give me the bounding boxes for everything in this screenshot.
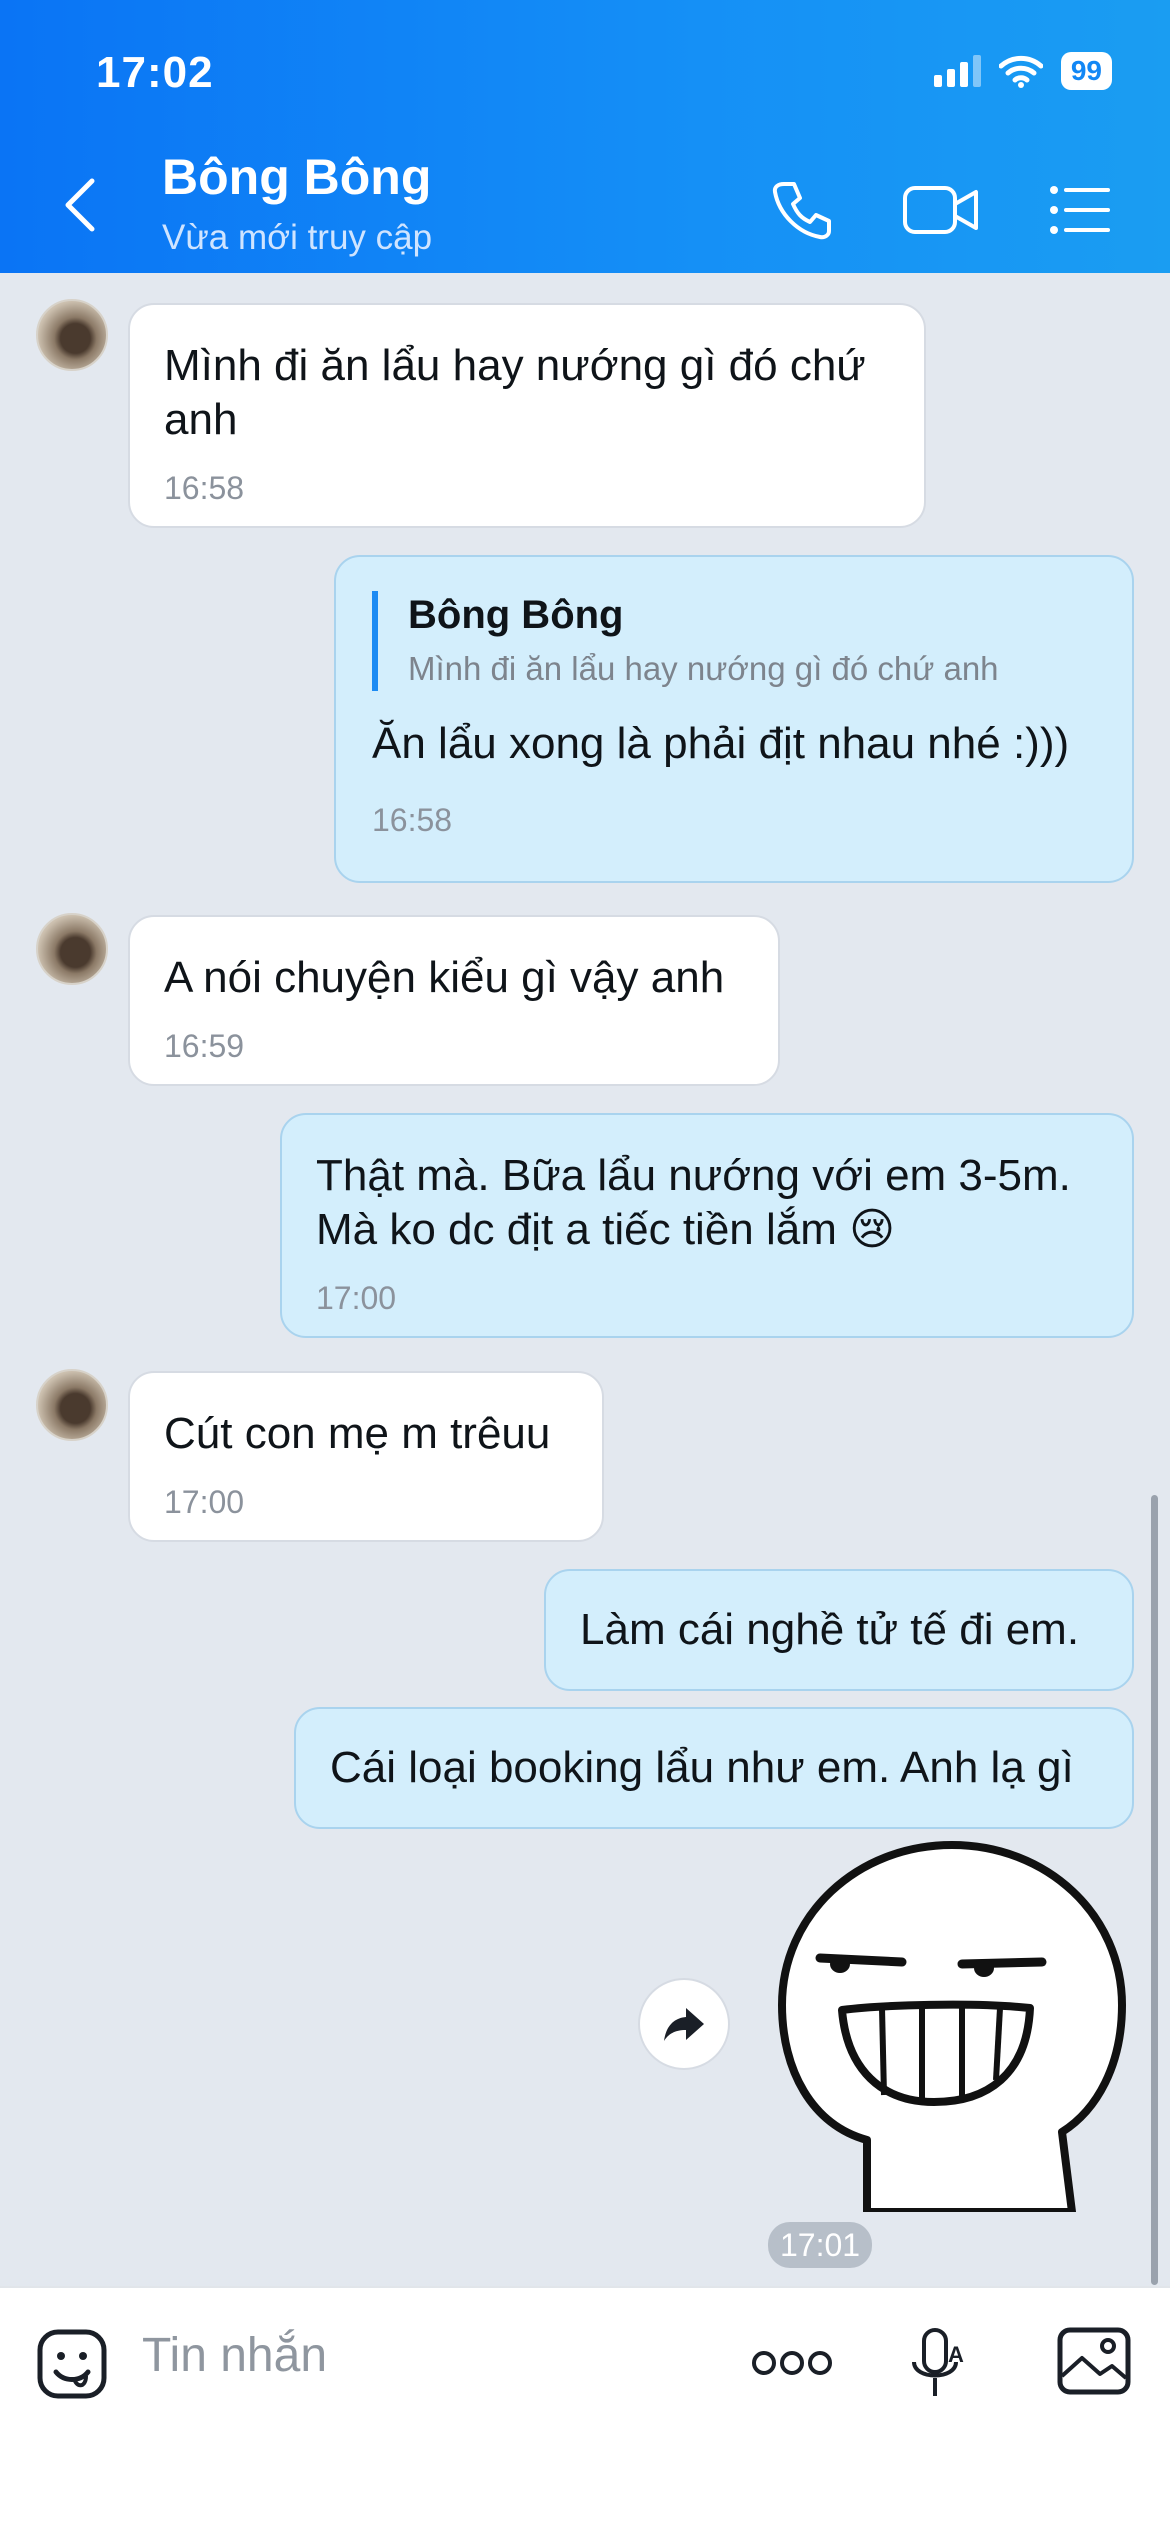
message-text: Cái loại booking lẩu như em. Anh lạ gì [330, 1743, 1074, 1792]
quoted-text: Mình đi ăn lẩu hay nướng gì đó chứ anh [408, 650, 999, 687]
message-time: 17:00 [316, 1280, 397, 1316]
signal-icon [933, 55, 981, 87]
message-text: Thật mà. Bữa lẩu nướng với em 3-5m. Mà k… [316, 1151, 1071, 1254]
message-bubble[interactable]: Làm cái nghề tử tế đi em. [544, 1569, 1134, 1691]
status-icons: 99 [933, 52, 1112, 90]
menu-list-icon[interactable] [1048, 178, 1112, 242]
avatar[interactable] [36, 1369, 108, 1441]
image-icon[interactable] [1056, 2326, 1132, 2396]
message-bubble[interactable]: Bông Bông Mình đi ăn lẩu hay nướng gì đó… [334, 555, 1134, 883]
battery-indicator: 99 [1060, 52, 1112, 90]
share-icon [664, 2008, 704, 2041]
back-icon[interactable] [60, 175, 100, 235]
voice-icon[interactable]: A [906, 2326, 970, 2402]
wifi-icon [998, 55, 1043, 88]
sticker-time: 17:01 [768, 2222, 873, 2268]
grinning-face-sticker[interactable] [772, 1840, 1132, 2212]
message-bubble[interactable]: Cái loại booking lẩu như em. Anh lạ gì [294, 1707, 1134, 1829]
avatar[interactable] [36, 299, 108, 371]
contact-name[interactable]: Bông Bông [162, 148, 431, 206]
message-time: 17:00 [164, 1484, 245, 1520]
message-text: Mình đi ăn lẩu hay nướng gì đó chứ anh [164, 341, 866, 444]
message-input[interactable]: Tin nhắn [142, 2328, 327, 2383]
message-text: Cút con mẹ m trêuu [164, 1409, 551, 1458]
message-bubble[interactable]: Cút con mẹ m trêuu 17:00 [128, 1371, 604, 1542]
phone-icon[interactable] [770, 178, 834, 242]
message-bubble[interactable]: Thật mà. Bữa lẩu nướng với em 3-5m. Mà k… [280, 1113, 1134, 1338]
scrollbar[interactable] [1151, 1495, 1158, 2285]
message-time: 16:59 [164, 1028, 245, 1064]
message-text: A nói chuyện kiểu gì vậy anh [164, 953, 725, 1002]
avatar[interactable] [36, 913, 108, 985]
svg-text:A: A [948, 2342, 964, 2367]
more-icon[interactable] [752, 2348, 832, 2378]
message-time: 16:58 [164, 470, 245, 506]
status-time: 17:02 [96, 48, 214, 97]
message-time: 16:58 [372, 802, 453, 838]
chat-header: 17:02 99 Bông Bông Vừa mới truy cập [0, 0, 1170, 273]
message-input-bar: Tin nhắn A [0, 2286, 1170, 2532]
message-bubble[interactable]: A nói chuyện kiểu gì vậy anh 16:59 [128, 915, 780, 1086]
message-bubble[interactable]: Mình đi ăn lẩu hay nướng gì đó chứ anh 1… [128, 303, 926, 528]
message-text: Ăn lẩu xong là phải địt nhau nhé :))) [372, 719, 1070, 768]
message-text: Làm cái nghề tử tế đi em. [580, 1605, 1080, 1654]
video-call-icon[interactable] [902, 178, 980, 242]
share-button[interactable] [638, 1978, 730, 2070]
quoted-sender: Bông Bông [408, 593, 624, 637]
quoted-message[interactable]: Bông Bông Mình đi ăn lẩu hay nướng gì đó… [372, 591, 1096, 691]
contact-status: Vừa mới truy cập [162, 218, 433, 257]
emoji-icon[interactable] [36, 2328, 108, 2400]
